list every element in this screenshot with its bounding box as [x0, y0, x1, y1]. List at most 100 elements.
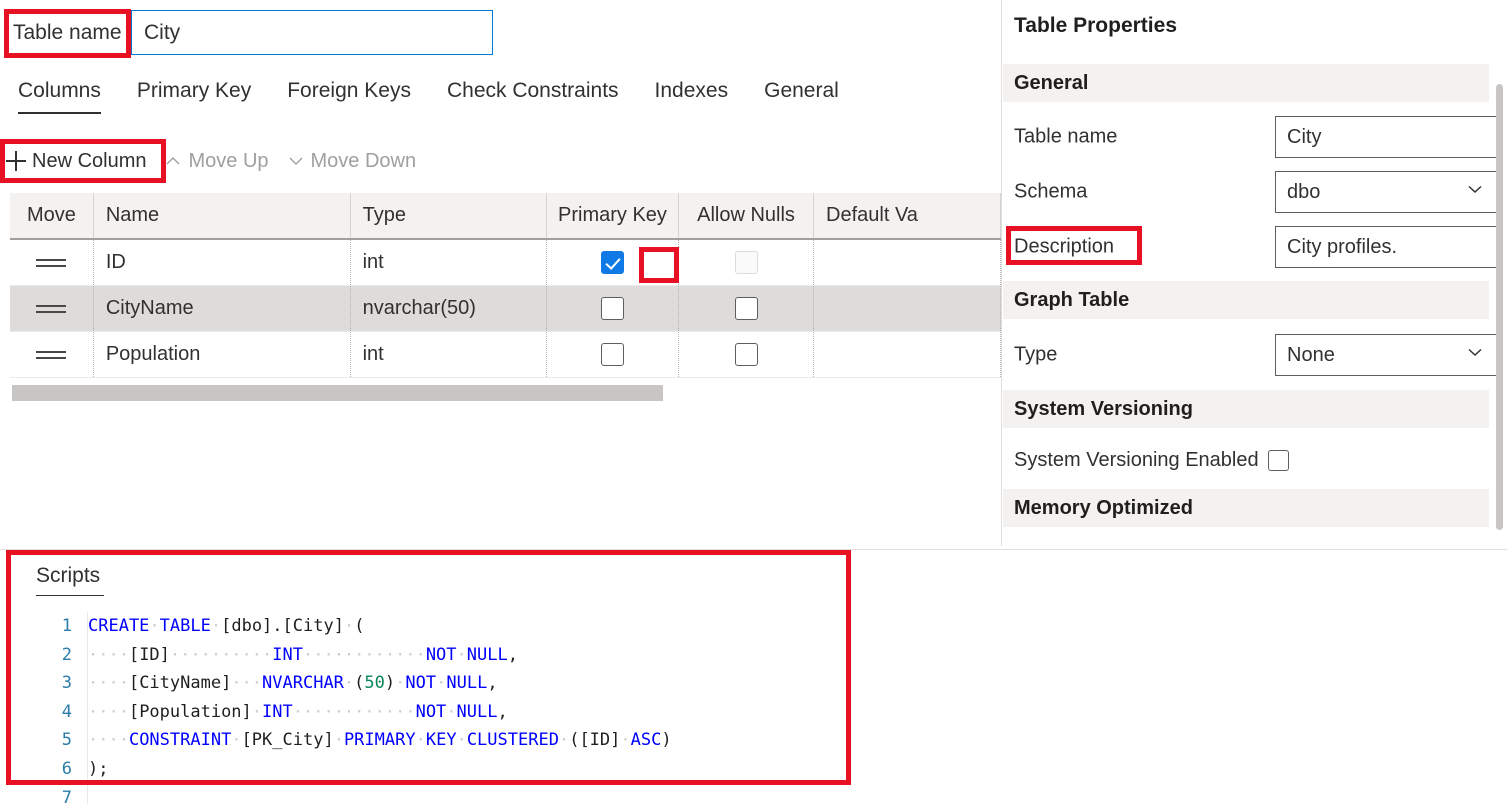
allow-nulls-checkbox[interactable]: [735, 343, 758, 366]
code-line-number: 6: [36, 755, 72, 784]
drag-handle-icon[interactable]: [36, 256, 66, 270]
scripts-pane: Scripts 1CREATE·TABLE·[dbo].[City]·(2···…: [0, 549, 1507, 804]
column-header-default-value[interactable]: Default Va: [814, 193, 1001, 238]
row-allow-nulls-cell: [679, 332, 814, 377]
code-line-text: ····CONSTRAINT·[PK_City]·PRIMARY·KEY·CLU…: [88, 726, 672, 755]
properties-title: Table Properties: [1014, 14, 1177, 38]
table-row[interactable]: Population int: [10, 332, 1001, 378]
property-table-name: Table name: [1003, 112, 1489, 162]
row-move-cell: [10, 240, 94, 285]
code-line-text: );: [88, 755, 108, 784]
table-row[interactable]: ID int: [10, 240, 1001, 286]
column-header-primary-key[interactable]: Primary Key: [547, 193, 679, 238]
drag-handle-icon[interactable]: [36, 302, 66, 316]
code-line-number: 2: [36, 641, 72, 670]
row-type-cell[interactable]: nvarchar(50): [351, 286, 547, 331]
code-line-number: 5: [36, 726, 72, 755]
allow-nulls-checkbox: [735, 251, 758, 274]
row-name-cell[interactable]: ID: [94, 240, 351, 285]
script-code-editor[interactable]: 1CREATE·TABLE·[dbo].[City]·(2····[ID]···…: [36, 612, 1507, 804]
chevron-down-icon: [287, 152, 305, 170]
code-line-number: 4: [36, 698, 72, 727]
row-move-cell: [10, 286, 94, 331]
tab-check-constraints[interactable]: Check Constraints: [429, 72, 637, 114]
code-line: 4····[Population]·INT············NOT·NUL…: [36, 698, 1507, 727]
code-line-text: ····[CityName]···NVARCHAR·(50)·NOT·NULL,: [88, 669, 498, 698]
table-designer-root: Table name Columns Primary Key Foreign K…: [0, 0, 1507, 803]
tab-primary-key[interactable]: Primary Key: [119, 72, 269, 114]
column-header-name[interactable]: Name: [94, 193, 351, 238]
row-primary-key-cell: [547, 332, 679, 377]
property-description: Description: [1003, 222, 1489, 272]
row-allow-nulls-cell: [679, 240, 814, 285]
row-type-cell[interactable]: int: [351, 332, 547, 377]
move-down-label: Move Down: [311, 150, 417, 173]
system-versioning-enabled-checkbox[interactable]: [1268, 450, 1289, 471]
row-type-cell[interactable]: int: [351, 240, 547, 285]
row-primary-key-cell: [547, 240, 679, 285]
row-allow-nulls-cell: [679, 286, 814, 331]
table-row[interactable]: CityName nvarchar(50): [10, 286, 1001, 332]
row-default-value-cell[interactable]: [814, 240, 1001, 285]
row-name-cell[interactable]: Population: [94, 332, 351, 377]
tab-primary-key-label: Primary Key: [137, 79, 251, 102]
columns-grid: Move Name Type Primary Key Allow Nulls D…: [10, 193, 1001, 378]
table-name-row: Table name: [0, 10, 1001, 57]
chevron-down-icon: [1465, 342, 1485, 368]
new-column-button[interactable]: New Column: [0, 148, 158, 175]
move-down-button[interactable]: Move Down: [281, 148, 429, 175]
section-graph-table-label: Graph Table: [1014, 289, 1129, 312]
tab-columns[interactable]: Columns: [0, 72, 119, 114]
property-schema-value: dbo: [1287, 181, 1320, 204]
grid-horizontal-scrollbar[interactable]: [12, 385, 663, 401]
section-system-versioning-label: System Versioning: [1014, 398, 1193, 421]
property-description-input[interactable]: [1275, 226, 1497, 268]
properties-vertical-scrollbar[interactable]: [1496, 84, 1503, 530]
section-memory-optimized-label: Memory Optimized: [1014, 497, 1193, 520]
row-default-value-cell[interactable]: [814, 286, 1001, 331]
property-system-versioning-enabled-label: System Versioning Enabled: [1014, 449, 1259, 472]
section-system-versioning: System Versioning: [1003, 390, 1489, 428]
plus-icon: [6, 151, 26, 171]
tab-indexes[interactable]: Indexes: [637, 72, 747, 114]
table-name-input[interactable]: [131, 10, 493, 55]
primary-key-checkbox[interactable]: [601, 343, 624, 366]
row-name-cell[interactable]: CityName: [94, 286, 351, 331]
drag-handle-icon[interactable]: [36, 348, 66, 362]
code-line: 1CREATE·TABLE·[dbo].[City]·(: [36, 612, 1507, 641]
property-table-name-label: Table name: [1014, 126, 1117, 149]
section-memory-optimized: Memory Optimized: [1003, 489, 1489, 527]
tab-foreign-keys-label: Foreign Keys: [287, 79, 411, 102]
property-type: Type None: [1003, 330, 1489, 380]
allow-nulls-checkbox[interactable]: [735, 297, 758, 320]
move-up-label: Move Up: [188, 150, 268, 173]
column-header-allow-nulls[interactable]: Allow Nulls: [679, 193, 814, 238]
tab-general[interactable]: General: [746, 72, 857, 114]
property-type-value: None: [1287, 344, 1335, 367]
property-type-label: Type: [1014, 344, 1057, 367]
property-schema-dropdown[interactable]: dbo: [1275, 171, 1497, 213]
primary-key-checkbox[interactable]: [601, 297, 624, 320]
tab-columns-label: Columns: [18, 79, 101, 102]
primary-key-checkbox[interactable]: [601, 251, 624, 274]
property-system-versioning-enabled: System Versioning Enabled: [1003, 435, 1489, 485]
code-line: 2····[ID]··········INT············NOT·NU…: [36, 641, 1507, 670]
property-schema-label: Schema: [1014, 181, 1087, 204]
columns-grid-header: Move Name Type Primary Key Allow Nulls D…: [10, 193, 1001, 240]
code-line: 5 ····CONSTRAINT·[PK_City]·PRIMARY·KEY·CL…: [36, 726, 1507, 755]
code-line-text: CREATE·TABLE·[dbo].[City]·(: [88, 612, 364, 641]
code-line-number: 3: [36, 669, 72, 698]
tab-indexes-label: Indexes: [655, 79, 729, 102]
move-up-button[interactable]: Move Up: [158, 148, 280, 175]
code-line: 7: [36, 784, 1507, 812]
property-type-dropdown[interactable]: None: [1275, 334, 1497, 376]
row-primary-key-cell: [547, 286, 679, 331]
code-line: 6);: [36, 755, 1507, 784]
column-header-type[interactable]: Type: [351, 193, 547, 238]
row-move-cell: [10, 332, 94, 377]
property-table-name-input[interactable]: [1275, 116, 1497, 158]
chevron-up-icon: [164, 152, 182, 170]
column-header-move[interactable]: Move: [10, 193, 94, 238]
tab-foreign-keys[interactable]: Foreign Keys: [269, 72, 429, 114]
row-default-value-cell[interactable]: [814, 332, 1001, 377]
